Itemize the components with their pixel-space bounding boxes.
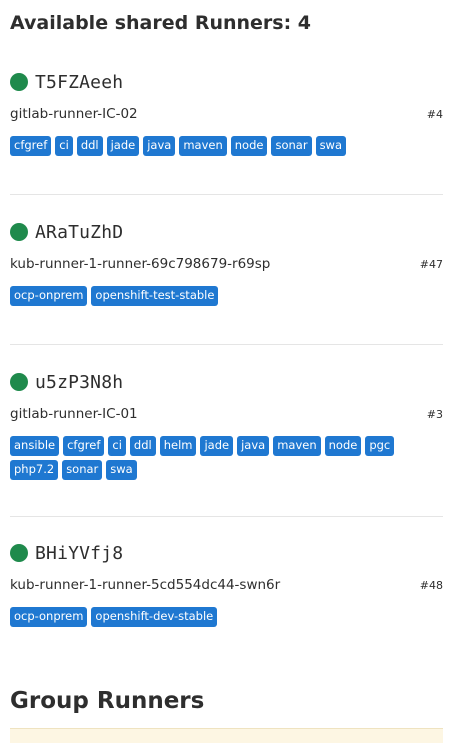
runner-tag: pgc: [365, 436, 395, 456]
runner-divider: [10, 516, 443, 517]
runner-id: #48: [419, 579, 443, 592]
runner-tags: ocp-onprem openshift-dev-stable: [10, 607, 430, 627]
runner-item: T5FZAeeh gitlab-runner-IC-02 #4 cfgref c…: [10, 70, 443, 156]
runner-tags: cfgref ci ddl jade java maven node sonar…: [10, 136, 430, 156]
runner-token-link[interactable]: ARaTuZhD: [35, 222, 123, 243]
runner-tag: swa: [106, 460, 137, 480]
runner-tag: node: [324, 436, 362, 456]
runner-tag: java: [237, 436, 270, 456]
runner-tag: ci: [108, 436, 126, 456]
runner-tag: sonar: [62, 460, 103, 480]
online-status-icon: [10, 544, 28, 562]
runner-description-row: kub-runner-1-runner-69c798679-r69sp #47: [10, 256, 443, 272]
runner-tag: node: [230, 136, 268, 156]
runner-id: #3: [426, 408, 443, 421]
runner-tag: cfgref: [10, 136, 52, 156]
runner-header: BHiYVfj8: [10, 541, 443, 565]
runner-tag: sonar: [271, 136, 312, 156]
shared-runners-heading: Available shared Runners: 4: [10, 12, 312, 34]
runner-token-link[interactable]: u5zP3N8h: [35, 372, 123, 393]
runner-tag: maven: [273, 436, 321, 456]
runner-tags: ansible cfgref ci ddl helm jade java mav…: [10, 436, 430, 480]
runner-item: BHiYVfj8 kub-runner-1-runner-5cd554dc44-…: [10, 541, 443, 627]
runner-divider: [10, 194, 443, 195]
runner-tag: ocp-onprem: [10, 286, 88, 306]
runner-tag: openshift-dev-stable: [91, 607, 218, 627]
runner-tag: cfgref: [63, 436, 105, 456]
runner-header: ARaTuZhD: [10, 220, 443, 244]
runner-tag: maven: [179, 136, 227, 156]
runner-divider: [10, 344, 443, 345]
runner-tag: ansible: [10, 436, 60, 456]
runner-tag: jade: [106, 136, 140, 156]
runner-tag: ddl: [129, 436, 156, 456]
runner-tag: java: [143, 136, 176, 156]
runner-description-row: gitlab-runner-IC-01 #3: [10, 406, 443, 422]
runner-description: gitlab-runner-IC-01: [10, 406, 138, 422]
runner-token-link[interactable]: BHiYVfj8: [35, 543, 123, 564]
runner-item: ARaTuZhD kub-runner-1-runner-69c798679-r…: [10, 220, 443, 306]
runner-header: T5FZAeeh: [10, 70, 443, 94]
runner-description-row: gitlab-runner-IC-02 #4: [10, 106, 443, 122]
runner-tag: jade: [200, 436, 234, 456]
runner-token-link[interactable]: T5FZAeeh: [35, 72, 123, 93]
group-runners-heading: Group Runners: [10, 688, 205, 714]
runner-description: gitlab-runner-IC-02: [10, 106, 138, 122]
runner-tags: ocp-onprem openshift-test-stable: [10, 286, 430, 306]
online-status-icon: [10, 373, 28, 391]
runner-tag: ocp-onprem: [10, 607, 88, 627]
runner-tag: ddl: [76, 136, 103, 156]
runner-description: kub-runner-1-runner-5cd554dc44-swn6r: [10, 577, 281, 593]
online-status-icon: [10, 223, 28, 241]
runner-item: u5zP3N8h gitlab-runner-IC-01 #3 ansible …: [10, 370, 443, 480]
group-runners-notice: [10, 728, 443, 743]
runner-tag: ci: [55, 136, 73, 156]
online-status-icon: [10, 73, 28, 91]
runner-tag: php7.2: [10, 460, 59, 480]
runner-tag: helm: [159, 436, 197, 456]
runner-tag: openshift-test-stable: [91, 286, 219, 306]
runner-header: u5zP3N8h: [10, 370, 443, 394]
runner-id: #47: [419, 258, 443, 271]
runner-description-row: kub-runner-1-runner-5cd554dc44-swn6r #48: [10, 577, 443, 593]
runner-description: kub-runner-1-runner-69c798679-r69sp: [10, 256, 271, 272]
runner-id: #4: [426, 108, 443, 121]
runner-tag: swa: [315, 136, 347, 156]
